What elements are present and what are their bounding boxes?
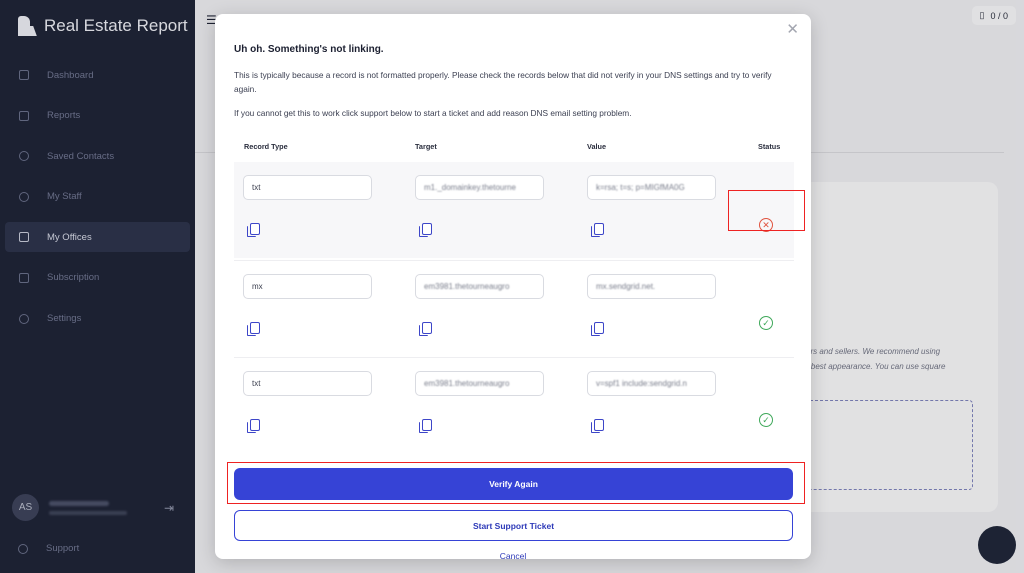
modal-title: Uh oh. Something's not linking. [234, 44, 384, 55]
value-value: mx.sendgrid.net. [596, 282, 656, 291]
copy-icon[interactable] [591, 223, 604, 237]
highlight-box [227, 462, 805, 504]
copy-icon[interactable] [419, 322, 432, 336]
copy-icon[interactable] [591, 419, 604, 433]
record-row: txt m1._domainkey.thetourne k=rsa; t=s; … [234, 162, 794, 258]
target-field[interactable]: m1._domainkey.thetourne [415, 175, 544, 200]
target-value: em3981.thetourneaugro [424, 282, 510, 291]
column-header-status: Status [758, 142, 781, 151]
record-row: mx em3981.thetourneaugro mx.sendgrid.net… [234, 260, 794, 356]
copy-icon[interactable] [591, 322, 604, 336]
modal-description-support: If you cannot get this to work click sup… [234, 108, 632, 118]
record-type-value: mx [252, 282, 263, 291]
copy-icon[interactable] [247, 322, 260, 336]
record-type-field[interactable]: mx [243, 274, 372, 299]
column-header-record-type: Record Type [244, 142, 288, 151]
close-icon[interactable]: ✕ [786, 20, 799, 38]
record-type-value: txt [252, 183, 261, 192]
column-header-target: Target [415, 142, 437, 151]
cancel-link[interactable]: Cancel [215, 551, 811, 559]
copy-icon[interactable] [419, 223, 432, 237]
copy-icon[interactable] [419, 419, 432, 433]
target-field[interactable]: em3981.thetourneaugro [415, 371, 544, 396]
record-row: txt em3981.thetourneaugro v=spf1 include… [234, 357, 794, 453]
record-type-value: txt [252, 379, 261, 388]
column-header-value: Value [587, 142, 607, 151]
record-type-field[interactable]: txt [243, 371, 372, 396]
success-status-icon: ✓ [759, 413, 773, 427]
value-field[interactable]: v=spf1 include:sendgrid.n [587, 371, 716, 396]
copy-icon[interactable] [247, 419, 260, 433]
record-type-field[interactable]: txt [243, 175, 372, 200]
value-value: v=spf1 include:sendgrid.n [596, 379, 687, 388]
value-field[interactable]: k=rsa; t=s; p=MIGfMA0G [587, 175, 716, 200]
success-status-icon: ✓ [759, 316, 773, 330]
start-support-ticket-button[interactable]: Start Support Ticket [234, 510, 793, 541]
copy-icon[interactable] [247, 223, 260, 237]
target-field[interactable]: em3981.thetourneaugro [415, 274, 544, 299]
modal-description: This is typically because a record is no… [234, 70, 772, 94]
highlight-box [728, 190, 805, 231]
value-value: k=rsa; t=s; p=MIGfMA0G [596, 183, 685, 192]
target-value: em3981.thetourneaugro [424, 379, 510, 388]
value-field[interactable]: mx.sendgrid.net. [587, 274, 716, 299]
target-value: m1._domainkey.thetourne [424, 183, 516, 192]
